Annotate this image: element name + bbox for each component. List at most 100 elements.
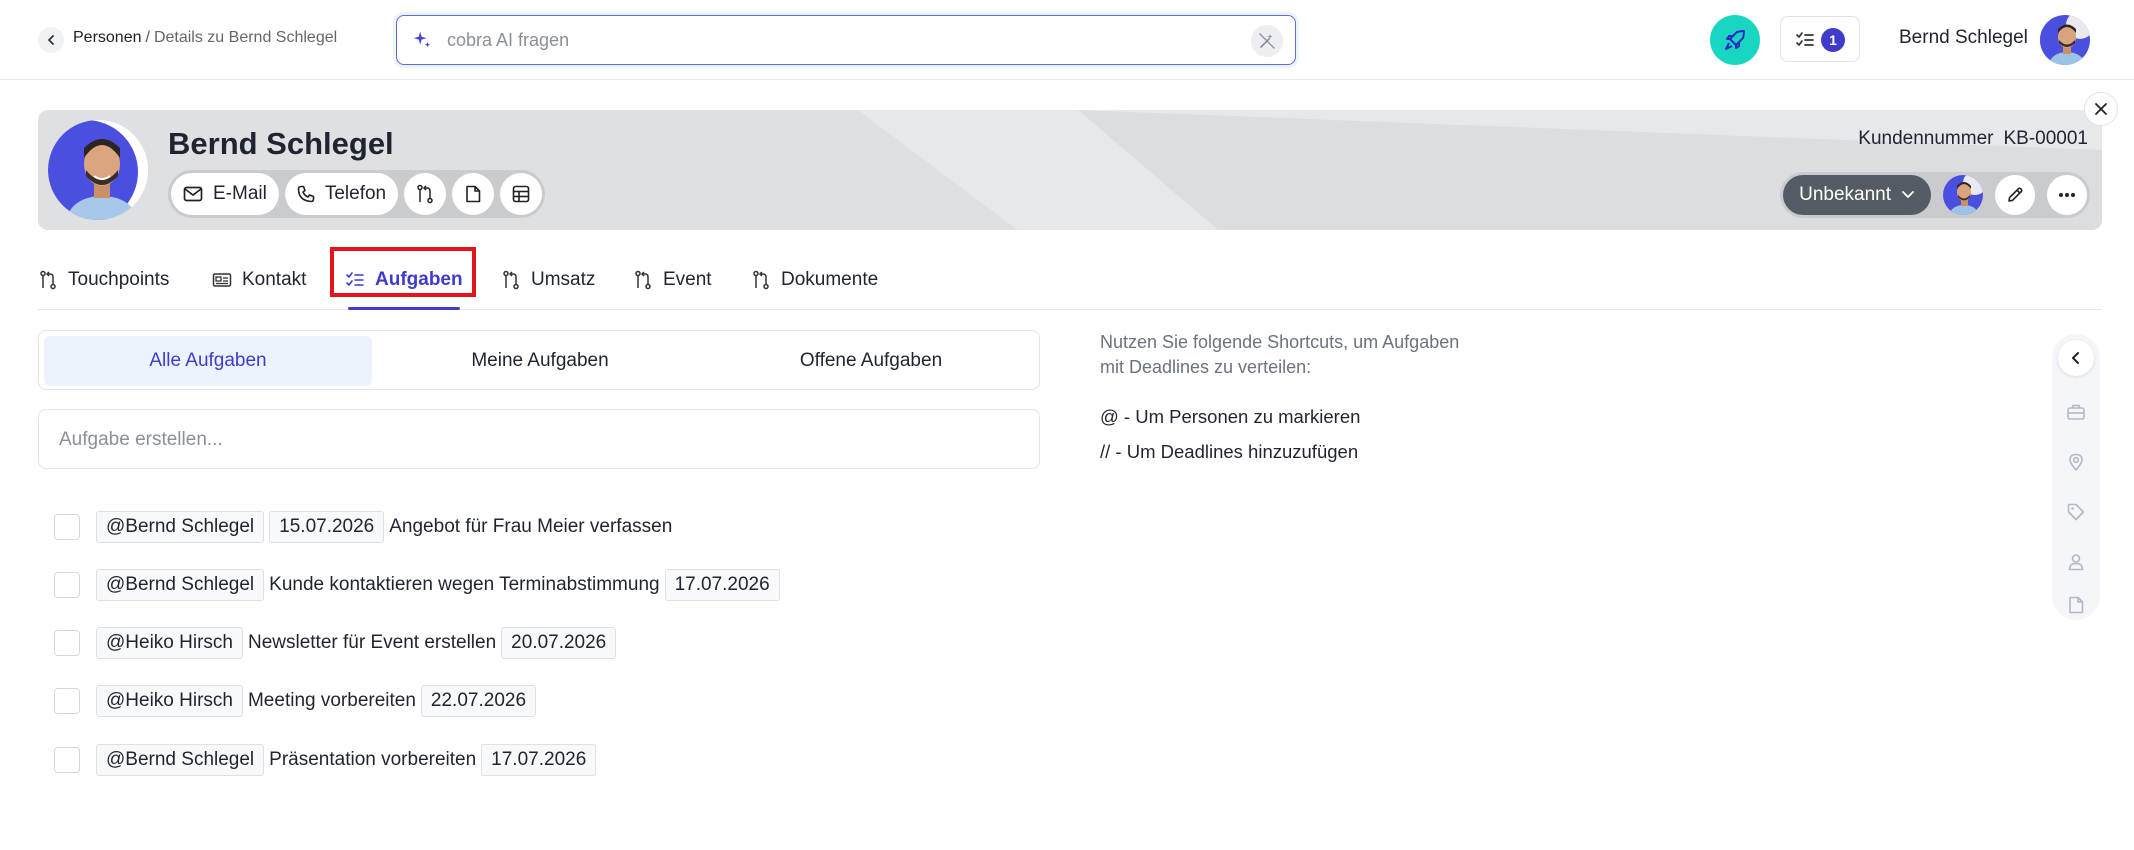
- user-avatar[interactable]: [2040, 15, 2090, 65]
- more-options-button[interactable]: [2047, 175, 2087, 215]
- map-pin-icon: [2069, 453, 2083, 472]
- task-checkbox[interactable]: [54, 572, 80, 598]
- table-button[interactable]: [500, 173, 543, 215]
- email-button[interactable]: E-Mail: [171, 173, 279, 215]
- header-right-actions: Unbekannt: [1780, 172, 2090, 218]
- back-button[interactable]: [38, 27, 64, 53]
- mention-chip[interactable]: @Heiko Hirsch: [96, 627, 243, 659]
- tab-label: Touchpoints: [68, 269, 170, 290]
- rail-tag-button[interactable]: [2058, 494, 2094, 530]
- task-text[interactable]: Meeting vorbereiten: [248, 690, 416, 712]
- date-chip[interactable]: 17.07.2026: [664, 569, 780, 601]
- mention-chip[interactable]: @Bernd Schlegel: [96, 744, 265, 776]
- task-text[interactable]: Newsletter für Event erstellen: [248, 632, 496, 654]
- close-icon: [2095, 103, 2107, 115]
- tab-label: Dokumente: [781, 269, 879, 290]
- edit-button[interactable]: [1995, 175, 2035, 215]
- date-chip[interactable]: 17.07.2026: [481, 744, 597, 776]
- task-checkbox[interactable]: [54, 514, 80, 540]
- rocket-button[interactable]: [1710, 15, 1760, 65]
- task-list-icon: [1796, 32, 1814, 46]
- document-button[interactable]: [452, 173, 495, 215]
- touchpoint-button[interactable]: [404, 173, 447, 215]
- shortcut-hint: Nutzen Sie folgende Shortcuts, um Aufgab…: [1100, 330, 1520, 380]
- tab-event[interactable]: Event: [633, 250, 712, 310]
- close-button[interactable]: [2084, 92, 2118, 126]
- task-row: @Bernd Schlegel Präsentation vorbereiten…: [54, 743, 601, 777]
- top-bar: Personen/Details zu Bernd Schlegel 1 Ber…: [0, 0, 2134, 80]
- task-row: @Bernd Schlegel Kunde kontaktieren wegen…: [54, 568, 785, 602]
- tab-label: Event: [663, 269, 712, 290]
- create-task-field[interactable]: [38, 409, 1040, 469]
- chevron-down-icon: [1902, 191, 1914, 198]
- current-user-name[interactable]: Bernd Schlegel: [1899, 27, 2028, 49]
- tab-label: Umsatz: [531, 269, 596, 290]
- task-row: @Heiko Hirsch Meeting vorbereiten 22.07.…: [54, 684, 541, 718]
- task-checkbox[interactable]: [54, 688, 80, 714]
- customer-number: Kundennummer KB-00001: [1858, 128, 2088, 150]
- document-icon: [466, 185, 481, 203]
- create-task-input[interactable]: [59, 426, 959, 454]
- pull-request-icon: [503, 270, 519, 290]
- tab-dokumente[interactable]: Dokumente: [751, 250, 878, 310]
- breadcrumb-root[interactable]: Personen: [73, 29, 142, 46]
- shortcut-hint-line-1: Nutzen Sie folgende Shortcuts, um Aufgab…: [1100, 332, 1460, 352]
- rail-location-button[interactable]: [2058, 444, 2094, 480]
- briefcase-icon: [2067, 404, 2085, 420]
- task-filter-segment: Alle Aufgaben Meine Aufgaben Offene Aufg…: [38, 330, 1040, 390]
- tab-kontakt[interactable]: Kontakt: [212, 250, 306, 310]
- profile-photo: [48, 120, 148, 220]
- right-side-rail: [2052, 334, 2100, 620]
- document-icon: [2069, 596, 2084, 614]
- pencil-icon: [2008, 187, 2023, 202]
- phone-icon: [297, 185, 315, 203]
- pull-request-icon: [40, 270, 56, 290]
- status-value: Unbekannt: [1799, 184, 1891, 205]
- pull-request-icon: [635, 270, 651, 290]
- task-text[interactable]: Kunde kontaktieren wegen Terminabstimmun…: [269, 574, 659, 596]
- date-chip[interactable]: 22.07.2026: [420, 685, 537, 717]
- person-header-card: Bernd Schlegel E-Mail Telefon Kundennumm…: [38, 110, 2102, 230]
- avatar-image: [2040, 15, 2090, 65]
- task-checkbox[interactable]: [54, 747, 80, 773]
- mention-chip[interactable]: @Bernd Schlegel: [96, 511, 265, 543]
- rail-document-button[interactable]: [2058, 594, 2094, 616]
- rail-briefcase-button[interactable]: [2058, 394, 2094, 430]
- filter-my-tasks[interactable]: Meine Aufgaben: [376, 336, 704, 386]
- ai-search-input[interactable]: [447, 26, 1207, 54]
- task-text[interactable]: Präsentation vorbereiten: [269, 749, 476, 771]
- filter-all-tasks[interactable]: Alle Aufgaben: [44, 336, 372, 386]
- breadcrumb-current: Details zu Bernd Schlegel: [153, 29, 338, 46]
- magic-wand-button[interactable]: [1251, 25, 1283, 57]
- magic-wand-icon: [1259, 33, 1275, 49]
- customer-number-label: Kundennummer: [1858, 128, 1994, 149]
- email-button-label: E-Mail: [213, 183, 267, 204]
- breadcrumb-separator: /: [145, 29, 150, 46]
- mention-chip[interactable]: @Heiko Hirsch: [96, 685, 243, 717]
- mention-chip[interactable]: @Bernd Schlegel: [96, 569, 265, 601]
- status-dropdown[interactable]: Unbekannt: [1783, 175, 1931, 215]
- tasks-button[interactable]: 1: [1780, 16, 1860, 62]
- ai-search-bar[interactable]: [396, 15, 1296, 65]
- shortcut-hint-line-2: mit Deadlines zu verteilen:: [1100, 357, 1312, 377]
- tab-label: Kontakt: [242, 269, 307, 290]
- phone-button[interactable]: Telefon: [284, 173, 399, 215]
- filter-open-tasks[interactable]: Offene Aufgaben: [707, 336, 1035, 386]
- id-card-icon: [212, 273, 232, 287]
- highlight-annotation: [330, 247, 476, 297]
- task-row: @Heiko Hirsch Newsletter für Event erste…: [54, 626, 621, 660]
- rail-person-button[interactable]: [2058, 544, 2094, 580]
- owner-avatar[interactable]: [1943, 175, 1983, 215]
- active-tab-indicator: [348, 307, 460, 310]
- task-count-badge: 1: [1821, 28, 1845, 52]
- tab-umsatz[interactable]: Umsatz: [501, 250, 595, 310]
- shortcut-deadline: // - Um Deadlines hinzuzufügen: [1100, 441, 1359, 462]
- tab-touchpoints[interactable]: Touchpoints: [38, 250, 169, 310]
- task-text[interactable]: Angebot für Frau Meier verfassen: [389, 516, 672, 538]
- phone-button-label: Telefon: [324, 183, 387, 204]
- collapse-rail-button[interactable]: [2058, 340, 2094, 376]
- user-icon: [2068, 554, 2084, 571]
- date-chip[interactable]: 15.07.2026: [269, 511, 385, 543]
- task-checkbox[interactable]: [54, 630, 80, 656]
- date-chip[interactable]: 20.07.2026: [501, 627, 617, 659]
